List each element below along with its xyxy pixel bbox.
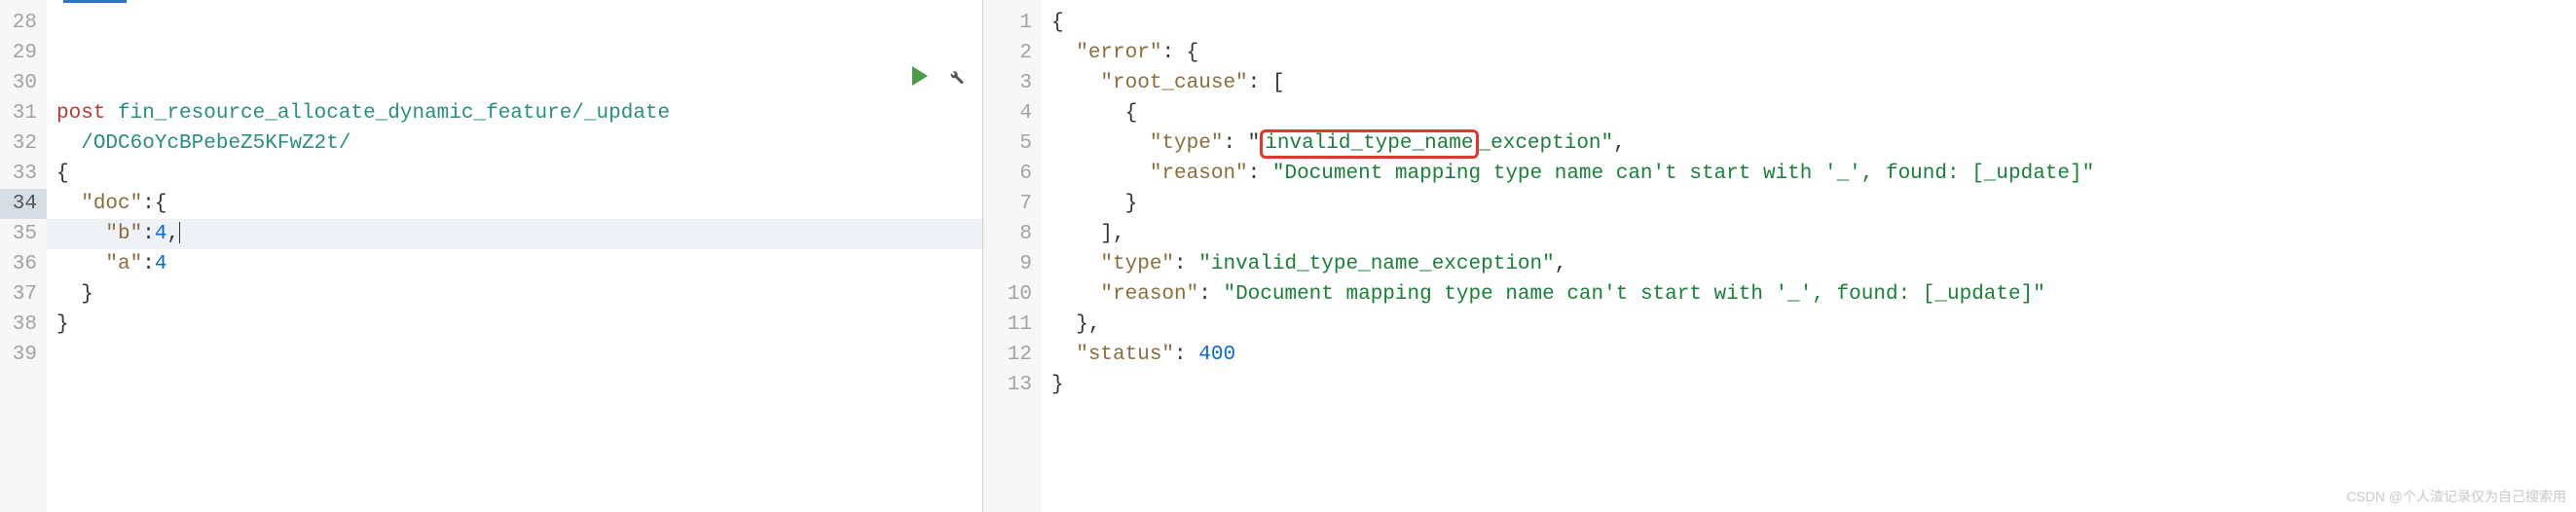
left-gutter: 28 29 30 31 32 33 34 35 36 37 38 39	[0, 0, 47, 512]
response-editor[interactable]: 1 2 3 4 5 6 7 8 9 10 11 12 13 { "error":…	[983, 0, 2576, 512]
left-code[interactable]: post fin_resource_allocate_dynamic_featu…	[47, 0, 982, 512]
highlighted-error-type: invalid_type_name	[1260, 129, 1478, 159]
text-cursor	[179, 222, 180, 243]
right-gutter: 1 2 3 4 5 6 7 8 9 10 11 12 13	[983, 0, 1042, 512]
request-editor[interactable]: 28 29 30 31 32 33 34 35 36 37 38 39 post…	[0, 0, 982, 512]
request-editor-panel: 28 29 30 31 32 33 34 35 36 37 38 39 post…	[0, 0, 983, 512]
response-panel: 1 2 3 4 5 6 7 8 9 10 11 12 13 { "error":…	[983, 0, 2576, 512]
watermark: CSDN @个人渣记录仅为自己搜索用	[2346, 487, 2566, 506]
right-code[interactable]: { "error": { "root_cause": [ { "type": "…	[1042, 0, 2576, 512]
